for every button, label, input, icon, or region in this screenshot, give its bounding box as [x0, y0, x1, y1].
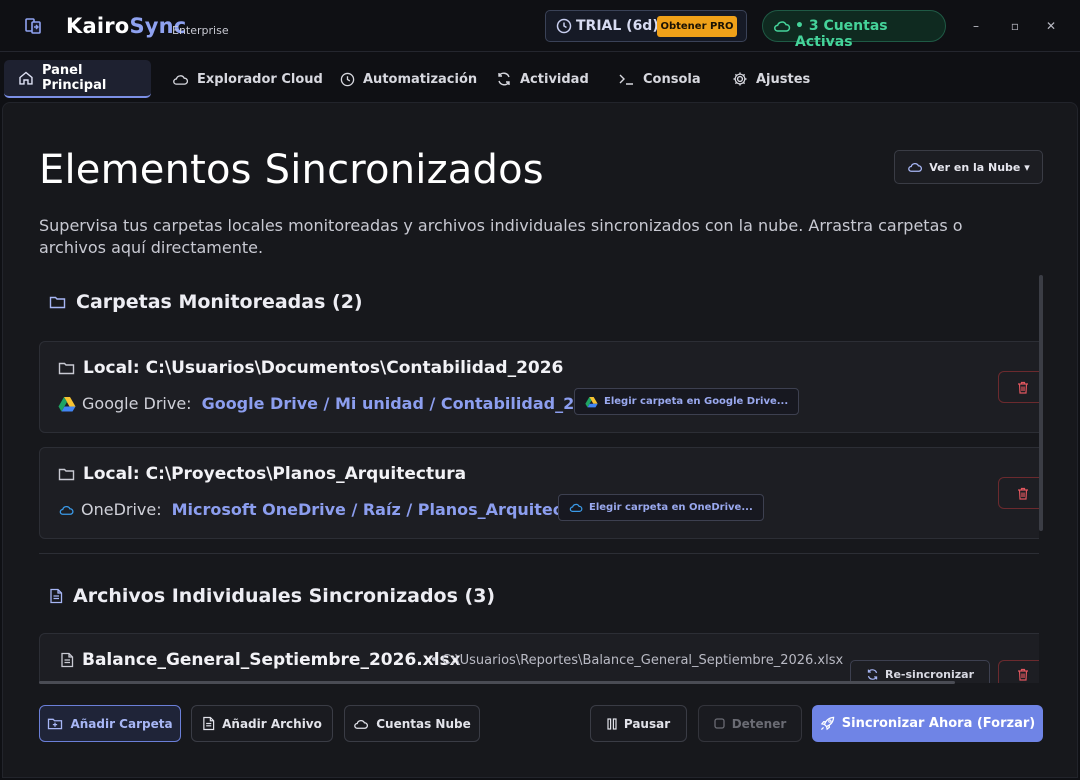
app-logo-icon — [25, 18, 41, 34]
cloud-destination: OneDrive: Microsoft OneDrive / Raíz / Pl… — [58, 500, 600, 519]
trash-icon — [1018, 668, 1028, 681]
local-folder-path: Local: C:\Proyectos\Planos_Arquitectura — [58, 464, 466, 484]
refresh-icon — [867, 668, 878, 680]
cloud-destination: Google Drive: Google Drive / Mi unidad /… — [58, 394, 608, 413]
rocket-icon — [820, 716, 835, 731]
vertical-scrollbar[interactable] — [1039, 275, 1043, 531]
main-panel: Elementos Sincronizados Ver en la Nube ▾… — [2, 102, 1078, 778]
stop-icon — [714, 718, 725, 729]
cloud-icon — [774, 21, 791, 32]
pause-button[interactable]: Pausar — [590, 705, 687, 742]
minimize-button[interactable]: – — [964, 14, 988, 38]
cloud-path-link[interactable]: Microsoft OneDrive / Raíz / Planos_Arqui… — [172, 500, 600, 519]
resync-button[interactable]: Re-sincronizar — [850, 660, 990, 683]
pause-icon — [607, 717, 617, 730]
file-icon — [61, 652, 74, 668]
home-icon — [19, 71, 33, 85]
section-divider — [39, 553, 1039, 554]
view-in-cloud-button[interactable]: Ver en la Nube ▾ — [894, 150, 1043, 184]
delete-file-button[interactable] — [998, 660, 1039, 683]
tab-panel-principal[interactable]: Panel Principal — [4, 60, 151, 98]
tab-explorador-cloud[interactable]: Explorador Cloud — [172, 60, 323, 98]
app-edition: Enterprise — [172, 24, 229, 37]
app-brand: KairoSync — [66, 14, 187, 38]
clock-icon — [340, 72, 355, 86]
sync-now-button[interactable]: Sincronizar Ahora (Forzar) — [812, 705, 1043, 742]
google-drive-icon — [585, 396, 598, 407]
local-folder-path: Local: C:\Usuarios\Documentos\Contabilid… — [58, 358, 563, 378]
stop-button[interactable]: Detener — [698, 705, 802, 742]
maximize-button[interactable]: ▫ — [1003, 14, 1027, 38]
files-section-title: Archivos Individuales Sincronizados (3) — [49, 585, 495, 607]
monitored-folder-card: Local: C:\Usuarios\Documentos\Contabilid… — [39, 341, 1039, 433]
title-bar: KairoSync Enterprise TRIAL (6d) Obtener … — [0, 0, 1080, 52]
main-tabs: Panel Principal Explorador Cloud Automat… — [0, 52, 1080, 102]
synced-file-card: Balance_General_Septiembre_2026.xlsx • C… — [39, 633, 1039, 683]
terminal-icon — [619, 74, 633, 85]
clock-icon — [556, 18, 572, 34]
close-button[interactable]: ✕ — [1039, 14, 1063, 38]
folders-section-title: Carpetas Monitoreadas (2) — [49, 291, 363, 313]
get-pro-button[interactable]: Obtener PRO — [657, 16, 737, 37]
accounts-label: • 3 Cuentas Activas — [795, 18, 888, 50]
delete-folder-button[interactable] — [998, 371, 1039, 403]
file-icon — [203, 716, 215, 731]
horizontal-scrollbar[interactable] — [39, 681, 955, 684]
tab-actividad[interactable]: Actividad — [496, 60, 589, 98]
refresh-icon — [498, 72, 510, 86]
synced-items-list[interactable]: Carpetas Monitoreadas (2) Local: C:\Usua… — [39, 275, 1039, 683]
cloud-icon — [173, 74, 189, 85]
choose-google-drive-folder-button[interactable]: Elegir carpeta en Google Drive... — [574, 388, 800, 415]
trial-label: TRIAL (6d) — [576, 18, 659, 34]
folder-icon — [58, 468, 75, 481]
add-folder-button[interactable]: Añadir Carpeta — [39, 705, 181, 742]
active-accounts-badge[interactable]: • 3 Cuentas Activas — [762, 10, 946, 50]
tab-automatizacion[interactable]: Automatización — [340, 60, 477, 98]
gear-icon — [733, 72, 747, 86]
tab-ajustes[interactable]: Ajustes — [732, 60, 810, 98]
page-subtitle: Supervisa tus carpetas locales monitorea… — [39, 216, 963, 257]
page-title: Elementos Sincronizados — [39, 147, 544, 193]
onedrive-icon — [59, 505, 74, 515]
cloud-icon — [354, 719, 369, 729]
cloud-path-link[interactable]: Google Drive / Mi unidad / Contabilidad_… — [202, 394, 608, 413]
cloud-accounts-button[interactable]: Cuentas Nube — [344, 705, 480, 742]
tab-consola[interactable]: Consola — [618, 60, 701, 98]
monitored-folder-card: Local: C:\Proyectos\Planos_Arquitectura … — [39, 447, 1039, 539]
trash-icon — [1018, 381, 1028, 394]
folder-icon — [58, 362, 75, 375]
trash-icon — [1018, 487, 1028, 500]
folder-plus-icon — [48, 718, 63, 730]
file-name: Balance_General_Septiembre_2026.xlsx — [60, 650, 461, 670]
onedrive-icon — [569, 503, 583, 513]
choose-onedrive-folder-button[interactable]: Elegir carpeta en OneDrive... — [558, 494, 764, 521]
google-drive-icon — [58, 396, 76, 411]
delete-folder-button[interactable] — [998, 477, 1039, 509]
folder-icon — [49, 296, 66, 309]
add-file-button[interactable]: Añadir Archivo — [191, 705, 333, 742]
file-icon — [50, 588, 63, 604]
file-local-path: • C:\Usuarios\Reportes\Balance_General_S… — [430, 653, 844, 668]
cloud-icon — [908, 162, 923, 172]
trial-indicator: TRIAL (6d) Obtener PRO — [545, 10, 747, 42]
